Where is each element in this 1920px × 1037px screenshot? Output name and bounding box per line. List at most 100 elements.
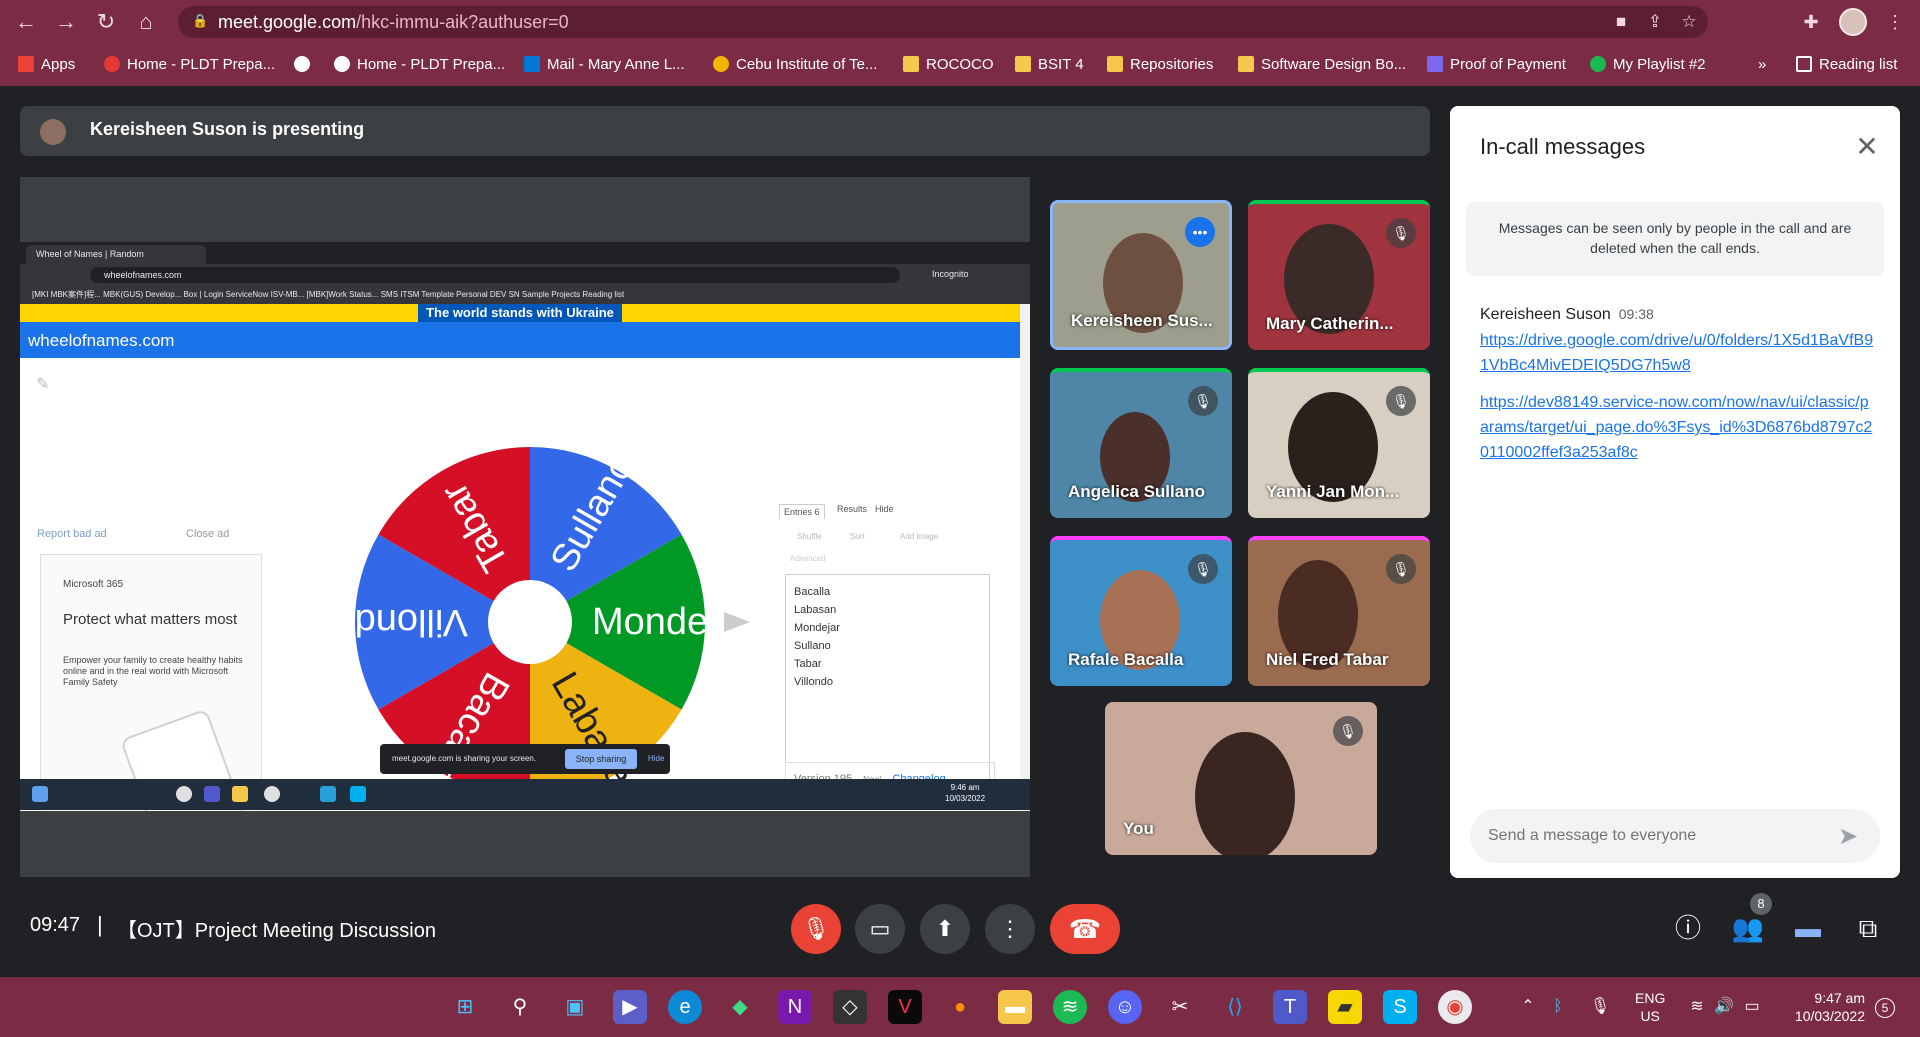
android-studio-icon[interactable]: ◆ xyxy=(723,990,757,1024)
system-clock[interactable]: 9:47 am 10/03/2022 xyxy=(1785,989,1865,1025)
camera-toggle-button[interactable]: ▭ xyxy=(855,904,905,954)
wifi-icon[interactable]: ≋ xyxy=(1685,990,1709,1024)
bookmark-repositories[interactable]: Repositories xyxy=(1107,52,1213,76)
profile-avatar[interactable] xyxy=(1839,8,1867,36)
bookmark-software-design[interactable]: Software Design Bo... xyxy=(1238,52,1406,76)
more-options-icon[interactable]: ••• xyxy=(1185,217,1215,247)
bookmark-apps[interactable]: Apps xyxy=(18,52,75,76)
windows-start-icon[interactable]: ⊞ xyxy=(448,990,482,1024)
message-link[interactable]: https://dev88149.service-now.com/now/nav… xyxy=(1480,390,1875,465)
snipping-tool-icon[interactable]: ✂ xyxy=(1163,990,1197,1024)
fl-studio-icon[interactable]: ● xyxy=(943,990,977,1024)
present-screen-button[interactable]: ⬆ xyxy=(920,904,970,954)
participant-tile[interactable]: ••• Kereisheen Sus... xyxy=(1050,200,1232,350)
mic-toggle-button[interactable]: 🎙 xyxy=(791,904,841,954)
chat-icon[interactable]: ▬ xyxy=(1790,910,1826,946)
activities-icon[interactable]: ⧉ xyxy=(1850,910,1886,946)
presenting-text: Kereisheen Suson is presenting xyxy=(90,119,365,139)
participant-tile[interactable]: 🎙 Mary Catherin... xyxy=(1248,200,1430,350)
send-icon[interactable]: ➤ xyxy=(1834,823,1862,851)
participant-name: Niel Fred Tabar xyxy=(1266,650,1389,669)
forward-icon[interactable]: → xyxy=(52,8,80,36)
sticky-notes-icon[interactable]: ▰ xyxy=(1328,990,1362,1024)
leave-call-button[interactable]: ☎ xyxy=(1050,904,1120,954)
file-explorer-icon[interactable]: ▬ xyxy=(998,990,1032,1024)
bookmark-pldt-1[interactable]: Home - PLDT Prepa... xyxy=(104,52,275,76)
sort-button: Sort xyxy=(850,532,865,541)
url-text[interactable]: meet.google.com/hkc-immu-aik?authuser=0 xyxy=(218,12,569,33)
message-sender: Kereisheen Suson xyxy=(1480,306,1611,323)
home-icon[interactable]: ⌂ xyxy=(132,8,160,36)
participant-tile[interactable]: 🎙 Angelica Sullano xyxy=(1050,368,1232,518)
form-icon xyxy=(1427,56,1443,72)
shared-screen-content: Wheel of Names | Random wheelofnames.com… xyxy=(20,242,1030,811)
teams-icon[interactable]: T xyxy=(1273,990,1307,1024)
bookmark-proof-of-payment[interactable]: Proof of Payment xyxy=(1427,52,1566,76)
meeting-separator: | xyxy=(97,912,103,937)
skype-icon[interactable]: S xyxy=(1383,990,1417,1024)
chat-input-container: ➤ xyxy=(1470,809,1880,863)
people-icon[interactable]: 👥 xyxy=(1730,910,1766,946)
bookmark-globe[interactable] xyxy=(294,52,317,76)
shuffle-button: Shuffle xyxy=(797,532,822,541)
message-link[interactable]: https://drive.google.com/drive/u/0/folde… xyxy=(1480,328,1875,378)
bookmark-rococo[interactable]: ROCOCO xyxy=(903,52,994,76)
reading-list[interactable]: Reading list xyxy=(1796,52,1897,76)
bookmark-mail[interactable]: Mail - Mary Anne L... xyxy=(524,52,685,76)
bluetooth-icon[interactable]: ᛒ xyxy=(1548,990,1568,1024)
browser-chrome: ← → ↻ ⌂ 🔒 meet.google.com/hkc-immu-aik?a… xyxy=(0,0,1920,86)
battery-icon[interactable]: ▭ xyxy=(1740,990,1764,1024)
advanced-checkbox: Advanced xyxy=(790,554,826,563)
menu-icon[interactable]: ⋮ xyxy=(1882,9,1908,35)
search-icon[interactable]: ⚲ xyxy=(503,990,537,1024)
notification-badge[interactable]: 5 xyxy=(1875,998,1895,1018)
participant-tile[interactable]: 🎙 Yanni Jan Mon... xyxy=(1248,368,1430,518)
edge-icon[interactable]: e xyxy=(668,990,702,1024)
spotify-icon[interactable]: ≋ xyxy=(1053,990,1087,1024)
lock-icon: 🔒 xyxy=(192,13,209,28)
bookmark-star-icon[interactable]: ☆ xyxy=(1678,11,1700,33)
entries-tabs: Entries 6 Results Hide xyxy=(775,500,1005,522)
edit-icon: ✎ xyxy=(36,376,50,393)
chat-input[interactable] xyxy=(1488,823,1818,849)
participant-tile[interactable]: 🎙 Niel Fred Tabar xyxy=(1248,536,1430,686)
microphone-icon[interactable]: 🎙 xyxy=(1588,990,1612,1024)
task-view-icon[interactable]: ▣ xyxy=(558,990,592,1024)
address-bar[interactable]: 🔒 meet.google.com/hkc-immu-aik?authuser=… xyxy=(178,6,1708,38)
shared-incognito-label: Incognito xyxy=(932,269,969,279)
ad-headline: Protect what matters most xyxy=(63,611,238,628)
add-image-button: Add image xyxy=(900,532,939,541)
more-options-button[interactable]: ⋮ xyxy=(985,904,1035,954)
vscode-icon[interactable]: ⟨⟩ xyxy=(1218,990,1252,1024)
bookmark-cit[interactable]: Cebu Institute of Te... xyxy=(713,52,877,76)
bookmark-bsit4[interactable]: BSIT 4 xyxy=(1015,52,1084,76)
back-icon[interactable]: ← xyxy=(12,8,40,36)
camera-icon[interactable]: ■ xyxy=(1610,11,1632,33)
discord-icon[interactable]: ☺ xyxy=(1108,990,1142,1024)
language-indicator[interactable]: ENG US xyxy=(1635,989,1665,1025)
camera-icon: ▭ xyxy=(869,916,891,941)
chrome-icon[interactable]: ◉ xyxy=(1438,990,1472,1024)
volume-icon[interactable]: 🔊 xyxy=(1712,990,1736,1024)
vivaldi-icon[interactable]: V xyxy=(888,990,922,1024)
meeting-details-icon[interactable]: ⓘ xyxy=(1670,910,1706,946)
close-icon[interactable]: ✕ xyxy=(1850,130,1884,164)
shared-windows-taskbar: 9:46 am 10/03/2022 xyxy=(20,779,1030,810)
reload-icon[interactable]: ↻ xyxy=(92,8,120,36)
participant-name: Rafale Bacalla xyxy=(1068,650,1184,669)
onenote-icon[interactable]: N xyxy=(778,990,812,1024)
self-tile[interactable]: 🎙 You xyxy=(1105,702,1377,855)
presenter-avatar xyxy=(40,119,66,145)
bookmark-pldt-2[interactable]: Home - PLDT Prepa... xyxy=(334,52,505,76)
extensions-icon[interactable]: ✚ xyxy=(1798,9,1824,35)
unity-icon[interactable]: ◇ xyxy=(833,990,867,1024)
mic-off-icon: 🎙 xyxy=(1386,218,1416,248)
site-header: wheelofnames.com xyxy=(20,322,1020,358)
bookmark-playlist[interactable]: My Playlist #2 xyxy=(1590,52,1706,76)
teams-chat-icon[interactable]: ▶ xyxy=(613,990,647,1024)
share-icon[interactable]: ⇪ xyxy=(1644,11,1666,33)
ukraine-banner-text: The world stands with Ukraine xyxy=(418,304,622,322)
participant-tile[interactable]: 🎙 Rafale Bacalla xyxy=(1050,536,1232,686)
bookmarks-more[interactable]: » xyxy=(1758,52,1766,76)
tray-chevron-icon[interactable]: ⌃ xyxy=(1518,990,1538,1024)
